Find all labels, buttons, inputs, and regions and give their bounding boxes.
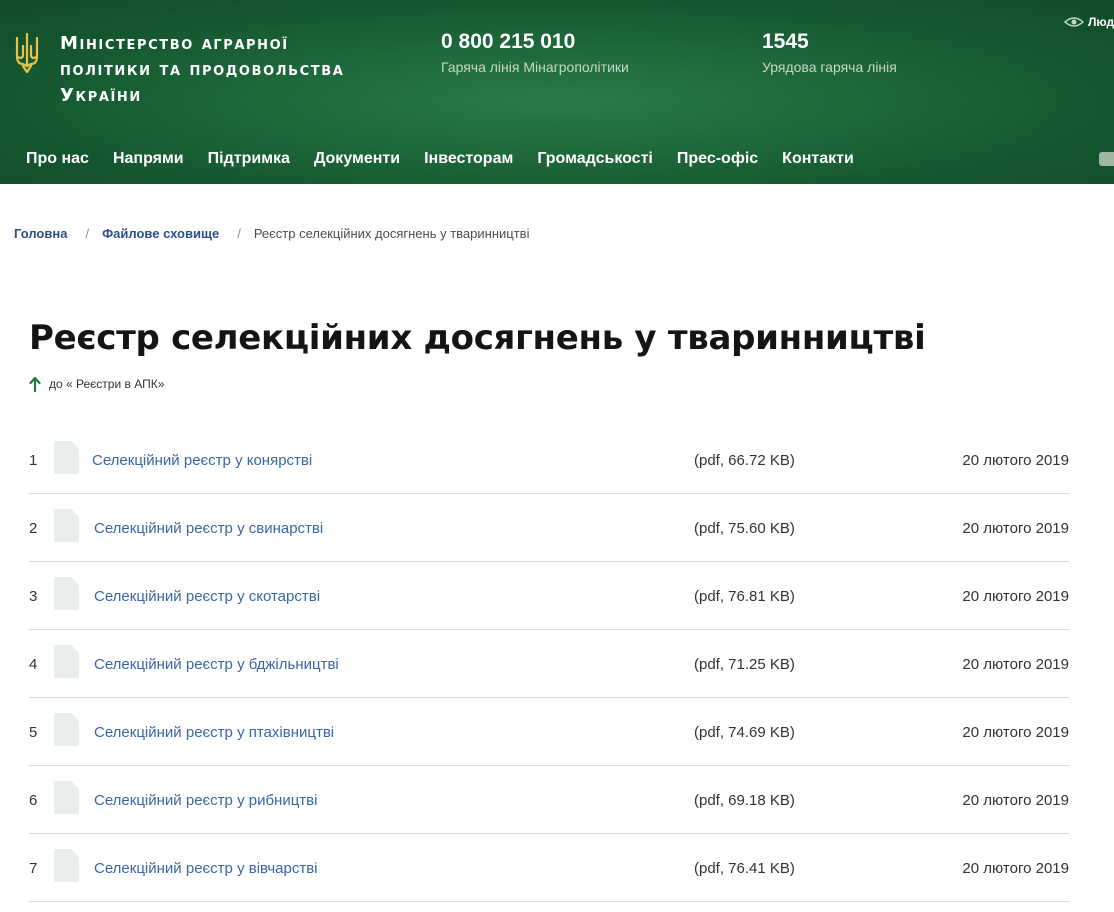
- government-hotline[interactable]: 1545 Урядова гаряча лінія: [762, 30, 897, 76]
- eye-icon: [1064, 17, 1084, 27]
- file-size: (pdf, 74.69 KB): [694, 724, 795, 741]
- file-icon[interactable]: [54, 441, 79, 474]
- file-number: 3: [29, 588, 38, 605]
- file-icon[interactable]: [54, 645, 79, 678]
- accessibility-toggle[interactable]: Люд: [1064, 15, 1114, 29]
- file-icon[interactable]: [54, 577, 79, 610]
- nav-item-investors[interactable]: Інвесторам: [424, 150, 513, 168]
- ministry-name-line-1: Міністерство аграрної: [60, 33, 289, 54]
- file-size: (pdf, 76.41 KB): [694, 860, 795, 877]
- nav-item-public[interactable]: Громадськості: [537, 150, 653, 168]
- nav-item-directions[interactable]: Напрями: [113, 150, 184, 168]
- file-date: 20 лютого 2019: [962, 520, 1069, 537]
- file-link[interactable]: Селекційний реєстр у вівчарстві: [94, 860, 318, 877]
- file-link[interactable]: Селекційний реєстр у рибництві: [94, 792, 317, 809]
- file-date: 20 лютого 2019: [962, 588, 1069, 605]
- list-item: 7 Селекційний реєстр у вівчарстві (pdf, …: [29, 834, 1069, 902]
- list-item: 3 Селекційний реєстр у скотарстві (pdf, …: [29, 562, 1069, 630]
- page-title: Реєстр селекційних досягнень у тваринниц…: [29, 318, 926, 358]
- file-icon[interactable]: [54, 509, 79, 542]
- list-item: 4 Селекційний реєстр у бджільництві (pdf…: [29, 630, 1069, 698]
- file-size: (pdf, 69.18 KB): [694, 792, 795, 809]
- breadcrumb-separator: /: [85, 226, 90, 241]
- breadcrumb-file-storage-link[interactable]: Файлове сховище: [102, 226, 219, 241]
- file-icon[interactable]: [54, 713, 79, 746]
- file-link[interactable]: Селекційний реєстр у птахівництві: [94, 724, 334, 741]
- youtube-icon[interactable]: [1099, 152, 1114, 166]
- file-number: 4: [29, 656, 38, 673]
- file-size: (pdf, 75.60 KB): [694, 520, 795, 537]
- file-date: 20 лютого 2019: [962, 656, 1069, 673]
- file-size: (pdf, 71.25 KB): [694, 656, 795, 673]
- breadcrumb: Головна / Файлове сховище / Реєстр селек…: [14, 226, 529, 241]
- ministry-name[interactable]: Міністерство аграрної політики та продов…: [60, 31, 400, 109]
- list-item: 5 Селекційний реєстр у птахівництві (pdf…: [29, 698, 1069, 766]
- arrow-up-icon: [29, 376, 41, 392]
- nav-item-contacts[interactable]: Контакти: [782, 150, 854, 168]
- ministry-hotline-caption: Гаряча лінія Мінагрополітики: [441, 59, 629, 75]
- ministry-hotline-number: 0 800 215 010: [441, 30, 576, 53]
- file-number: 2: [29, 520, 38, 537]
- file-size: (pdf, 66.72 KB): [694, 452, 795, 469]
- main-nav: Про нас Напрями Підтримка Документи Інве…: [26, 150, 878, 168]
- nav-item-press-office[interactable]: Прес-офіс: [677, 150, 758, 168]
- list-item: 1 Селекційний реєстр у конярстві (pdf, 6…: [29, 426, 1069, 494]
- file-number: 6: [29, 792, 38, 809]
- government-hotline-caption: Урядова гаряча лінія: [762, 59, 897, 75]
- site-header: Міністерство аграрної політики та продов…: [0, 0, 1114, 184]
- ministry-hotline[interactable]: 0 800 215 010 Гаряча лінія Мінагрополіти…: [441, 30, 629, 76]
- file-date: 20 лютого 2019: [962, 452, 1069, 469]
- file-date: 20 лютого 2019: [962, 724, 1069, 741]
- file-list: 1 Селекційний реєстр у конярстві (pdf, 6…: [29, 426, 1069, 902]
- file-date: 20 лютого 2019: [962, 860, 1069, 877]
- list-item: 2 Селекційний реєстр у свинарстві (pdf, …: [29, 494, 1069, 562]
- breadcrumb-home-link[interactable]: Головна: [14, 226, 67, 241]
- breadcrumb-current: Реєстр селекційних досягнень у тваринниц…: [253, 226, 530, 241]
- nav-item-about[interactable]: Про нас: [26, 150, 89, 168]
- file-size: (pdf, 76.81 KB): [694, 588, 795, 605]
- file-date: 20 лютого 2019: [962, 792, 1069, 809]
- nav-item-documents[interactable]: Документи: [314, 150, 400, 168]
- file-icon[interactable]: [54, 781, 79, 814]
- government-hotline-number: 1545: [762, 30, 809, 53]
- breadcrumb-separator: /: [237, 226, 241, 241]
- file-link[interactable]: Селекційний реєстр у конярстві: [92, 452, 312, 469]
- accessibility-label: Люд: [1088, 15, 1114, 29]
- file-number: 5: [29, 724, 38, 741]
- file-number: 7: [29, 860, 38, 877]
- file-link[interactable]: Селекційний реєстр у бджільництві: [94, 656, 339, 673]
- nav-item-support[interactable]: Підтримка: [208, 150, 290, 168]
- file-link[interactable]: Селекційний реєстр у свинарстві: [94, 520, 323, 537]
- ministry-name-line-2: політики та продовольства: [60, 59, 345, 80]
- trident-icon[interactable]: [14, 32, 40, 74]
- back-link-label: до « Реєстри в АПК»: [49, 377, 165, 391]
- file-icon[interactable]: [54, 849, 79, 882]
- ministry-name-line-3: України: [60, 85, 142, 106]
- file-link[interactable]: Селекційний реєстр у скотарстві: [94, 588, 320, 605]
- back-link[interactable]: до « Реєстри в АПК»: [29, 376, 164, 392]
- file-number: 1: [29, 452, 38, 469]
- list-item: 6 Селекційний реєстр у рибництві (pdf, 6…: [29, 766, 1069, 834]
